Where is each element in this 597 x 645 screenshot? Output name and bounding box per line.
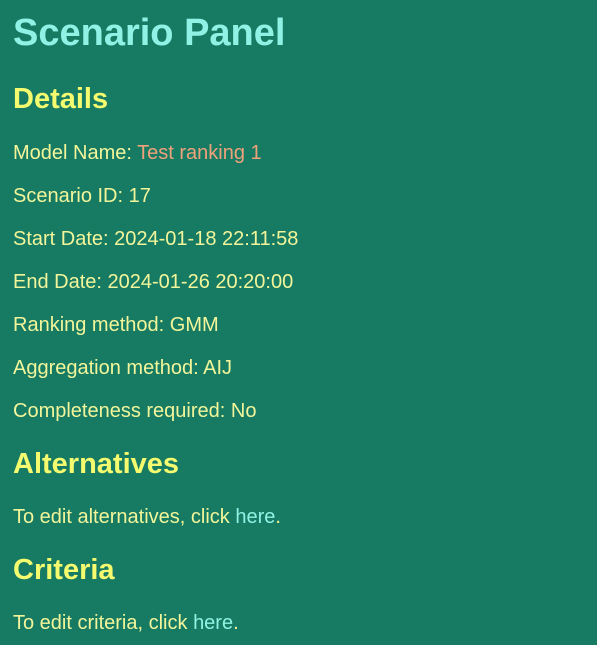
criteria-edit-period: . — [233, 612, 239, 634]
ranking-method-row: Ranking method: GMM — [13, 314, 219, 337]
alternatives-edit-period: . — [275, 506, 281, 528]
end-date-row: End Date: 2024-01-26 20:20:00 — [13, 271, 293, 294]
edit-criteria-link[interactable]: here — [193, 612, 233, 634]
alternatives-edit-text: To edit alternatives, click — [13, 506, 236, 528]
scenario-id-value: 17 — [128, 185, 151, 207]
aggregation-method-value: AIJ — [203, 357, 233, 379]
details-heading: Details — [13, 83, 109, 115]
criteria-edit-text: To edit criteria, click — [13, 612, 194, 634]
start-date-row: Start Date: 2024-01-18 22:11:58 — [13, 228, 298, 251]
aggregation-method-row: Aggregation method: AIJ — [13, 357, 232, 380]
start-date-label: Start Date: — [13, 228, 115, 250]
aggregation-method-label: Aggregation method: — [13, 357, 204, 379]
ranking-method-value: GMM — [169, 314, 219, 336]
edit-alternatives-link[interactable]: here — [235, 506, 275, 528]
ranking-method-label: Ranking method: — [13, 314, 170, 336]
model-name-label: Model Name: — [13, 142, 138, 164]
alternatives-edit-row: To edit alternatives, click here. — [13, 506, 281, 529]
criteria-heading: Criteria — [13, 554, 115, 586]
model-name-value: Test ranking 1 — [137, 142, 262, 164]
end-date-value: 2024-01-26 20:20:00 — [107, 271, 294, 293]
completeness-label: Completeness required: — [13, 400, 231, 422]
scenario-id-label: Scenario ID: — [13, 185, 129, 207]
scenario-id-row: Scenario ID: 17 — [13, 185, 151, 208]
model-name-row: Model Name: Test ranking 1 — [13, 142, 262, 165]
completeness-row: Completeness required: No — [13, 400, 256, 423]
completeness-value: No — [230, 400, 257, 422]
alternatives-heading: Alternatives — [13, 448, 180, 480]
start-date-value: 2024-01-18 22:11:58 — [114, 228, 299, 250]
page-title: Scenario Panel — [13, 12, 286, 54]
end-date-label: End Date: — [13, 271, 108, 293]
criteria-edit-row: To edit criteria, click here. — [13, 612, 239, 635]
